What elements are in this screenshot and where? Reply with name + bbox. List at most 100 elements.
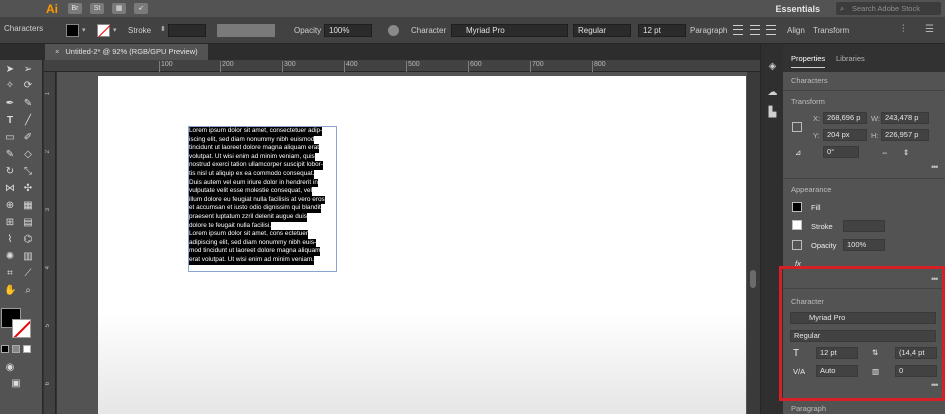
text-line[interactable]: et accumsan et iusto odio dignissim qui … [189, 204, 321, 213]
direct-selection-tool-icon[interactable]: ➢ [22, 64, 34, 76]
blend-tool-icon[interactable]: ⌬ [22, 234, 34, 246]
align-center-icon[interactable] [750, 25, 760, 35]
artboard-tool-icon[interactable]: ⌗ [4, 268, 16, 280]
eraser-tool-icon[interactable]: ◇ [22, 149, 34, 161]
text-line[interactable]: Lorem ipsum dolor sit amet, consectetuer… [189, 127, 323, 136]
screen-mode-icon[interactable]: ▣ [10, 378, 22, 390]
scrollbar-thumb[interactable] [750, 270, 756, 288]
perspective-grid-tool-icon[interactable]: ▦ [22, 200, 34, 212]
align-left-icon[interactable] [733, 25, 743, 35]
workspace-switcher[interactable]: Essentials [775, 4, 820, 14]
arrange-documents-icon[interactable]: ▦ [112, 3, 126, 14]
document-tab[interactable]: × Untitled-2* @ 92% (RGB/GPU Preview) [45, 44, 208, 60]
opacity-field[interactable]: 100% [843, 239, 885, 251]
font-style-field[interactable]: Regular [573, 24, 631, 37]
opacity-label[interactable]: Opacity [811, 241, 836, 250]
canvas-area[interactable] [57, 72, 747, 414]
magic-wand-tool-icon[interactable]: ✧ [4, 80, 16, 92]
height-field[interactable]: 226,957 p [881, 129, 929, 141]
mesh-tool-icon[interactable]: ⊞ [4, 217, 16, 229]
color-mode-icon[interactable] [1, 345, 9, 353]
fill-swatch[interactable] [66, 24, 79, 37]
rotate-field[interactable]: 0° [823, 146, 859, 158]
stroke-label[interactable]: Stroke [128, 26, 151, 35]
zoom-tool-icon[interactable]: ⌕ [22, 285, 34, 297]
shaper-tool-icon[interactable]: ✎ [4, 149, 16, 161]
align-right-icon[interactable] [766, 25, 776, 35]
paintbrush-tool-icon[interactable]: ✐ [22, 132, 34, 144]
text-frame[interactable]: Lorem ipsum dolor sit amet, consectetuer… [188, 126, 337, 272]
close-icon[interactable]: × [55, 47, 59, 56]
text-line[interactable]: erat volutpat. Ut wisi enim ad minim ven… [189, 255, 315, 265]
flip-horizontal-icon[interactable]: ⇔ [881, 148, 889, 157]
symbol-sprayer-tool-icon[interactable]: ✺ [4, 251, 16, 263]
pen-tool-icon[interactable]: ✒ [4, 98, 16, 110]
curvature-tool-icon[interactable]: ✎ [22, 98, 34, 110]
selected-text[interactable]: Lorem ipsum dolor sit amet, consectetuer… [189, 127, 336, 265]
none-mode-icon[interactable] [23, 345, 31, 353]
gradient-tool-icon[interactable]: ▤ [22, 217, 34, 229]
variable-width-profile[interactable] [217, 24, 275, 37]
text-line[interactable]: Lorem ipsum dolor sit amet, cons ectetue… [189, 230, 308, 239]
text-line[interactable]: tis nisl ut aliquip ex ea commodo conseq… [189, 169, 315, 179]
stroke-weight-field[interactable] [168, 24, 206, 37]
stroke-weight-field[interactable] [843, 220, 885, 232]
fill-swatch[interactable] [792, 202, 802, 212]
gradient-mode-icon[interactable] [12, 345, 20, 353]
stroke-swatch[interactable] [97, 24, 110, 37]
tab-properties[interactable]: Properties [791, 54, 826, 68]
chevron-down-icon[interactable]: ▾ [82, 26, 86, 34]
bridge-icon[interactable]: Br [68, 3, 82, 14]
text-line[interactable]: tincidunt ut laoreet dolore magna aliqua… [189, 144, 320, 153]
fill-label[interactable]: Fill [811, 203, 821, 212]
libraries-icon[interactable]: ☁ [766, 86, 779, 99]
lasso-tool-icon[interactable]: ⟳ [22, 80, 34, 92]
chevron-down-icon[interactable]: ▾ [113, 26, 117, 34]
stock-search-input[interactable]: Search Adobe Stock [836, 2, 941, 15]
text-line[interactable]: vulputate velit esse molestie consequat,… [189, 187, 312, 196]
tab-libraries[interactable]: Libraries [836, 54, 865, 63]
opacity-label[interactable]: Opacity [294, 26, 321, 35]
slice-tool-icon[interactable]: ⟋ [22, 268, 34, 280]
font-size-field[interactable]: 12 pt [638, 24, 686, 37]
paragraph-label[interactable]: Paragraph [690, 26, 727, 35]
stroke-label[interactable]: Stroke [811, 222, 833, 231]
text-line[interactable]: nostrud exerci tation ullamcorper suscip… [189, 161, 323, 170]
y-field[interactable]: 204 px [823, 129, 867, 141]
drawing-mode-icon[interactable]: ◉ [4, 362, 16, 374]
x-field[interactable]: 268,696 p [823, 112, 867, 124]
width-field[interactable]: 243,478 p [881, 112, 929, 124]
text-line[interactable]: illum dolore eu feugiat nulla facilisis … [189, 195, 325, 205]
width-tool-icon[interactable]: ⋈ [4, 183, 16, 195]
rotate-tool-icon[interactable]: ↻ [4, 166, 16, 178]
recolor-icon[interactable] [388, 25, 399, 36]
text-line[interactable]: mod tincidunt ut laoreet dolore magna al… [189, 247, 321, 256]
text-line[interactable]: Duis autem vel eum iriure dolor in hendr… [189, 178, 318, 188]
panel-menu-icon[interactable]: ⫶ [902, 24, 905, 35]
type-tool-icon[interactable]: T [4, 115, 16, 127]
opacity-field[interactable]: 100% [324, 24, 372, 37]
asset-export-icon[interactable]: ▙ [766, 106, 779, 119]
stroke-swatch[interactable] [792, 220, 802, 230]
text-line[interactable]: dolore te feugait nulla facilisi. [189, 221, 272, 231]
eyedropper-tool-icon[interactable]: ⌇ [4, 234, 16, 246]
text-line[interactable]: volutpat. Ut wisi enim ad minim veniam, … [189, 152, 315, 162]
reference-point-icon[interactable] [792, 122, 802, 132]
character-label[interactable]: Character [411, 26, 446, 35]
transform-label[interactable]: Transform [813, 26, 849, 35]
text-line[interactable]: iscing elit, sed diam nonummy nibh euism… [189, 135, 315, 145]
gpu-performance-icon[interactable]: ➶ [134, 3, 148, 14]
shape-builder-tool-icon[interactable]: ⊕ [4, 200, 16, 212]
vertical-scrollbar[interactable] [747, 72, 760, 414]
font-family-field[interactable]: Myriad Pro [451, 24, 568, 37]
column-graph-tool-icon[interactable]: ▥ [22, 251, 34, 263]
flip-vertical-icon[interactable]: ⇕ [903, 148, 909, 157]
stepper-icon[interactable]: ⬍ [160, 25, 166, 33]
selection-tool-icon[interactable]: ➤ [4, 64, 16, 76]
rectangle-tool-icon[interactable]: ▭ [4, 132, 16, 144]
line-tool-icon[interactable]: ╱ [22, 115, 34, 127]
puppet-warp-tool-icon[interactable]: ✣ [22, 183, 34, 195]
layers-icon[interactable]: ◈ [766, 60, 779, 73]
stroke-color-swatch[interactable] [12, 319, 31, 338]
text-line[interactable]: praesent luptatum zzril delenit augue du… [189, 212, 307, 222]
